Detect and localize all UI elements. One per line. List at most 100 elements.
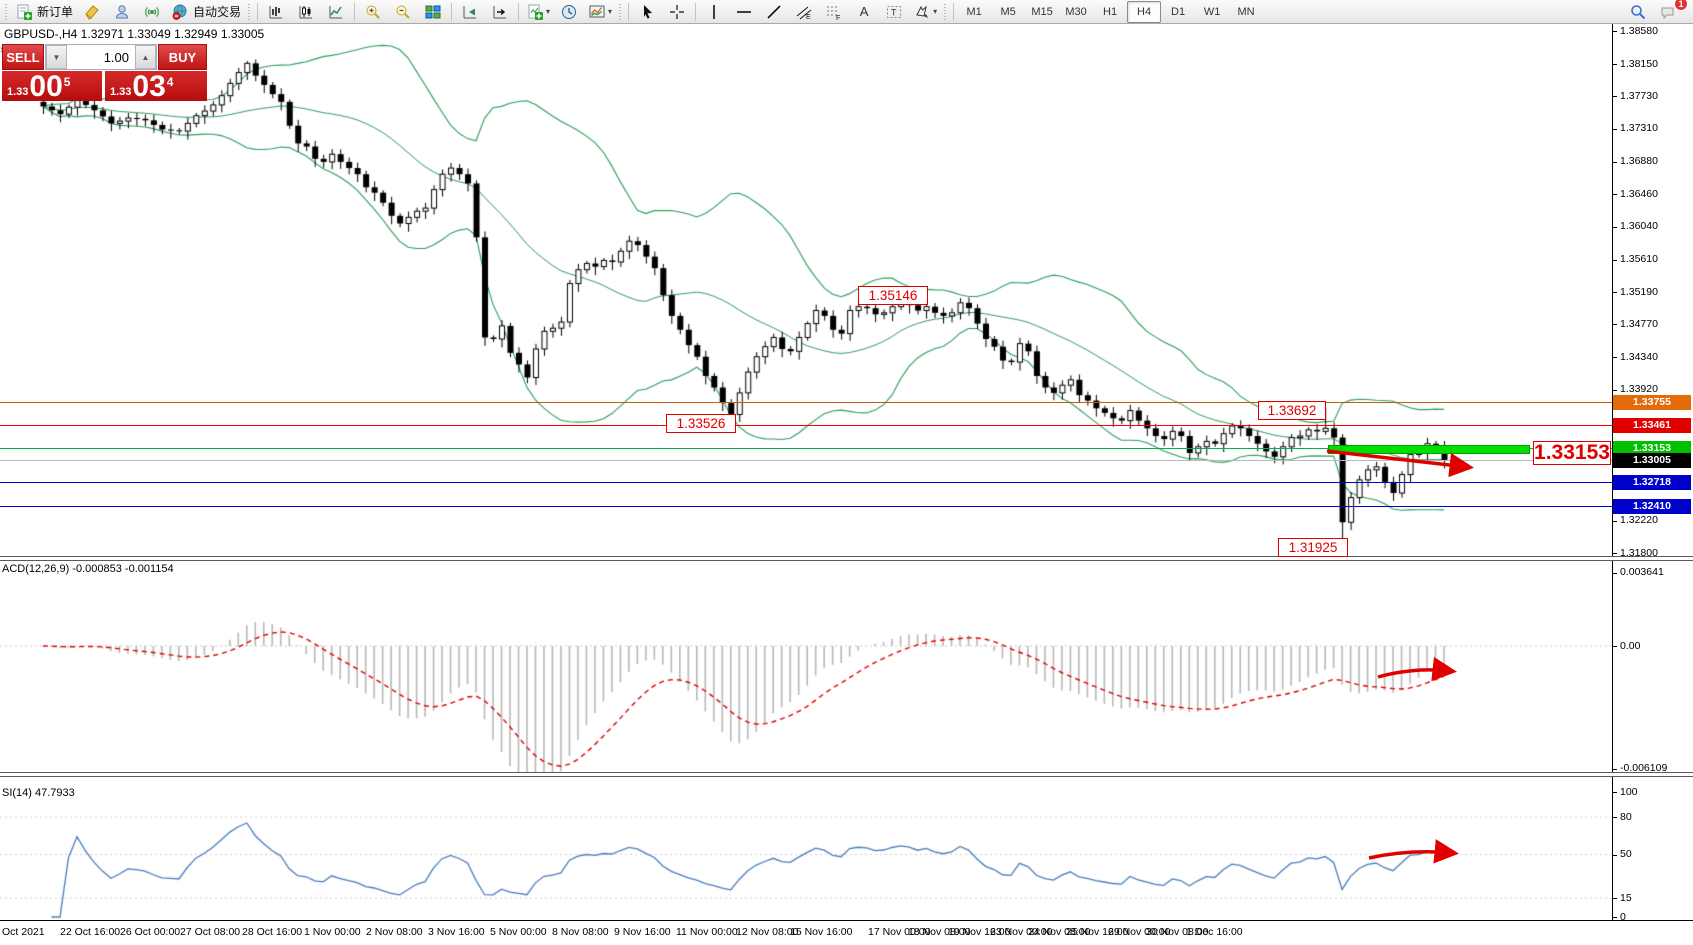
cursor-tool-button[interactable] (632, 1, 662, 23)
time-axis-label[interactable]: 26 Oct 00:00 (120, 926, 180, 938)
time-axis-label[interactable]: 28 Oct 16:00 (242, 926, 302, 938)
rsi-axis-tick-label[interactable]: 15 (1620, 892, 1632, 904)
horizontal-level-line[interactable] (0, 402, 1612, 403)
time-axis-label[interactable]: 22 Oct 16:00 (60, 926, 120, 938)
vertical-line-tool-button[interactable] (699, 1, 729, 23)
periods-button[interactable] (554, 1, 584, 23)
timeframe-h4-button[interactable]: H4 (1127, 1, 1161, 23)
horizontal-level-line[interactable] (0, 482, 1612, 483)
price-axis-tick-label[interactable]: 1.34340 (1620, 351, 1658, 363)
time-axis-label[interactable]: 1 Nov 00:00 (304, 926, 361, 938)
price-flag-1-33526[interactable]: 1.33526 (666, 414, 736, 433)
rsi-axis-tick-label[interactable]: 80 (1620, 811, 1632, 823)
tile-windows-button[interactable] (418, 1, 448, 23)
price-flag-1-33692[interactable]: 1.33692 (1258, 401, 1326, 420)
signals-button[interactable] (137, 1, 167, 23)
time-axis-label[interactable]: 2 Nov 08:00 (366, 926, 423, 938)
timeframe-mn-button[interactable]: MN (1229, 1, 1263, 23)
label-tool-button[interactable]: T (879, 1, 909, 23)
text-tool-button[interactable]: A (849, 1, 879, 23)
price-axis-tick-label[interactable]: 1.35610 (1620, 253, 1658, 265)
time-axis-label[interactable]: 27 Oct 08:00 (180, 926, 240, 938)
timeframe-w1-button[interactable]: W1 (1195, 1, 1229, 23)
price-flag-1-35146[interactable]: 1.35146 (858, 286, 928, 305)
timeframe-d1-button[interactable]: D1 (1161, 1, 1195, 23)
chart-shift-button[interactable] (485, 1, 515, 23)
one-click-trading-panel: SELL ▼ ▲ BUY 1.33 00 5 1.33 03 4 (2, 44, 207, 101)
price-axis-tick-label[interactable]: 1.38150 (1620, 58, 1658, 70)
volume-increase-button[interactable]: ▲ (135, 45, 156, 69)
price-axis-tick-label[interactable]: 1.38580 (1620, 25, 1658, 37)
time-axis-label[interactable]: 8 Nov 08:00 (552, 926, 609, 938)
price-axis-tick-label[interactable]: 1.35190 (1620, 286, 1658, 298)
trendline-tool-button[interactable] (759, 1, 789, 23)
buy-price-display[interactable]: 1.33 03 4 (105, 71, 207, 101)
rsi-panel-separator[interactable] (0, 772, 1693, 777)
timeframe-m30-button[interactable]: M30 (1059, 1, 1093, 23)
templates-button[interactable]: ▾ (584, 1, 616, 23)
horizontal-level-line[interactable] (0, 460, 1612, 461)
time-axis-label[interactable]: 3 Nov 16:00 (428, 926, 485, 938)
time-axis-label[interactable]: 9 Nov 16:00 (614, 926, 671, 938)
crosshair-tool-button[interactable] (662, 1, 692, 23)
rsi-axis-tick-label[interactable]: 100 (1620, 786, 1638, 798)
price-axis-tick-label[interactable]: 1.36460 (1620, 188, 1658, 200)
toolbar-grip[interactable] (943, 4, 948, 20)
price-axis-tick-label[interactable]: 1.36040 (1620, 220, 1658, 232)
timeframe-m15-button[interactable]: M15 (1025, 1, 1059, 23)
economic-calendar-button[interactable] (77, 1, 107, 23)
macd-panel-separator[interactable] (0, 556, 1693, 561)
time-axis-label[interactable]: Oct 2021 (2, 926, 45, 938)
price-axis-tick-label[interactable]: 1.34770 (1620, 318, 1658, 330)
toolbar-grip[interactable] (247, 4, 252, 20)
price-axis-tick-label[interactable]: 1.32220 (1620, 514, 1658, 526)
highlighted-trendline[interactable] (1328, 445, 1530, 454)
volume-decrease-button[interactable]: ▼ (46, 45, 67, 69)
indicators-button[interactable]: ▾ (522, 1, 554, 23)
community-button[interactable] (107, 1, 137, 23)
price-axis-tick-label[interactable]: 1.37310 (1620, 122, 1658, 134)
line-chart-type-button[interactable] (321, 1, 351, 23)
macd-axis-tick-label[interactable]: 0.003641 (1620, 566, 1664, 578)
time-axis-label[interactable]: 1 Dec 16:00 (1186, 926, 1243, 938)
price-chart-canvas[interactable] (0, 0, 1693, 945)
auto-scroll-button[interactable] (455, 1, 485, 23)
timeframe-m5-button[interactable]: M5 (991, 1, 1025, 23)
equidistant-channel-tool-button[interactable]: E (789, 1, 819, 23)
sell-price-display[interactable]: 1.33 00 5 (2, 71, 102, 101)
search-button[interactable] (1623, 1, 1653, 23)
fibonacci-tool-button[interactable]: F (819, 1, 849, 23)
zoom-in-button[interactable] (358, 1, 388, 23)
rsi-axis-tick-mark (1612, 917, 1617, 918)
candlestick-icon (297, 3, 315, 21)
horizontal-line-tool-button[interactable] (729, 1, 759, 23)
timeframe-h1-button[interactable]: H1 (1093, 1, 1127, 23)
horizontal-level-line[interactable] (0, 425, 1612, 426)
time-axis-label[interactable]: 11 Nov 00:00 (676, 926, 738, 938)
notifications-button[interactable]: 1 (1653, 1, 1683, 23)
candlestick-chart-type-button[interactable] (291, 1, 321, 23)
auto-trading-button[interactable]: 自动交易 (167, 1, 245, 23)
horizontal-level-line[interactable] (0, 506, 1612, 507)
price-flag-1-31925[interactable]: 1.31925 (1278, 538, 1348, 557)
volume-input[interactable] (67, 45, 135, 69)
toolbar-grip[interactable] (4, 4, 9, 20)
timeframe-m1-button[interactable]: M1 (957, 1, 991, 23)
time-axis-label[interactable]: 5 Nov 00:00 (490, 926, 547, 938)
time-axis-label[interactable]: 15 Nov 16:00 (790, 926, 852, 938)
arrows-tool-button[interactable]: ▾ (909, 1, 941, 23)
bar-chart-type-button[interactable] (261, 1, 291, 23)
price-axis-tick-label[interactable]: 1.33920 (1620, 383, 1658, 395)
macd-axis-tick-label[interactable]: 0.00 (1620, 640, 1640, 652)
zoom-in-icon (364, 3, 382, 21)
price-axis-tick-mark (1612, 64, 1617, 65)
price-axis-tick-label[interactable]: 1.36880 (1620, 155, 1658, 167)
toolbar-grip[interactable] (618, 4, 623, 20)
new-order-button[interactable]: 新订单 (11, 1, 77, 23)
rsi-axis-tick-label[interactable]: 50 (1620, 848, 1632, 860)
price-axis-tick-label[interactable]: 1.37730 (1620, 90, 1658, 102)
price-flag-1-33153[interactable]: 1.33153 (1533, 441, 1611, 465)
zoom-out-button[interactable] (388, 1, 418, 23)
buy-button[interactable]: BUY (158, 44, 207, 70)
sell-button[interactable]: SELL (2, 44, 44, 70)
